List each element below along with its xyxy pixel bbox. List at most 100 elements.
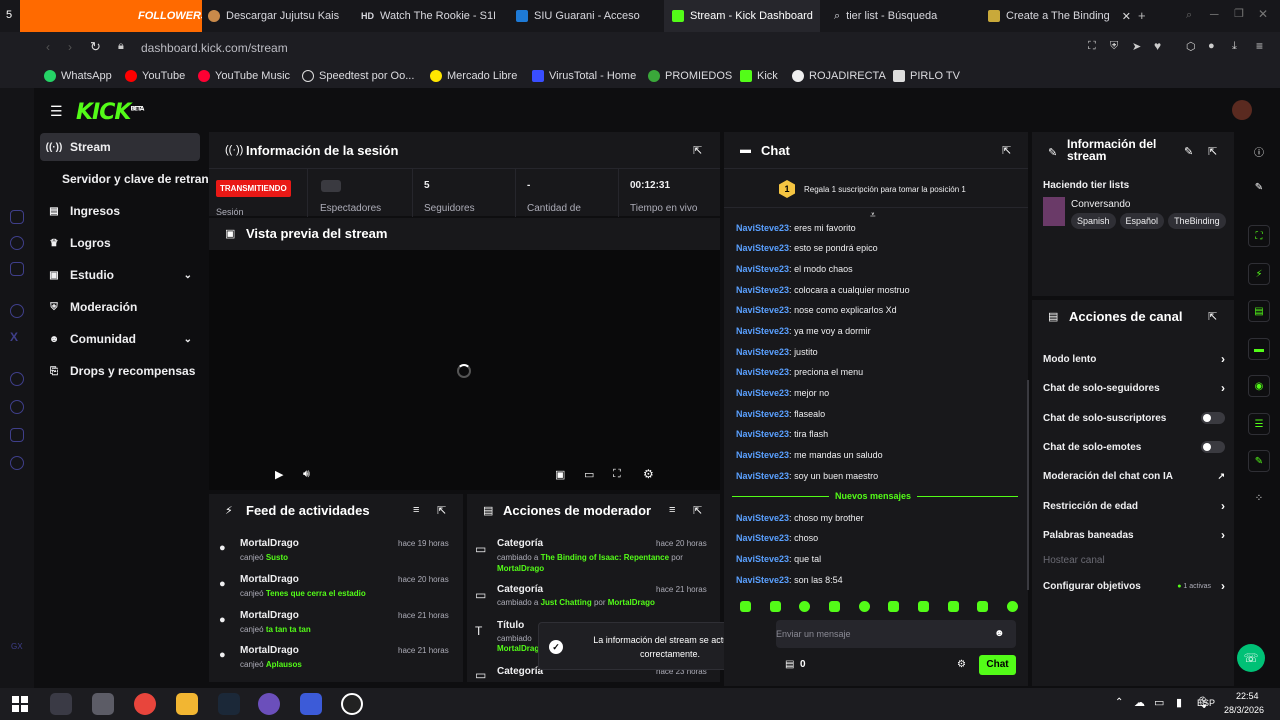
instagram-icon[interactable] xyxy=(10,262,24,276)
minimize-icon[interactable]: ─ xyxy=(1210,7,1219,21)
feed-user[interactable]: MortalDrago xyxy=(240,538,299,549)
gift-banner[interactable]: 1 Regala 1 suscripción para tomar la pos… xyxy=(724,168,1028,208)
edit-icon[interactable]: ✎ xyxy=(1248,176,1270,198)
emote-icon[interactable] xyxy=(1006,601,1018,612)
discord-taskbar-icon[interactable] xyxy=(258,693,280,715)
bookmark-promiedos[interactable]: PROMIEDOS xyxy=(648,68,732,84)
language-indicator[interactable]: ESP xyxy=(1197,698,1215,708)
obs-taskbar-icon[interactable] xyxy=(341,693,363,715)
edit-icon[interactable]: ✎ xyxy=(1184,145,1193,158)
chat-scrollbar[interactable] xyxy=(1027,380,1029,590)
chrome-taskbar-icon[interactable] xyxy=(134,693,156,715)
kick-logo[interactable]: KICKBETA xyxy=(76,100,144,125)
shield-icon[interactable]: ⛨ xyxy=(1110,40,1118,53)
clock-time[interactable]: 22:54 xyxy=(1236,691,1259,701)
apps-icon[interactable]: ⁘ xyxy=(1248,487,1270,509)
clock-icon[interactable] xyxy=(10,400,24,414)
heart-icon[interactable]: ♥ xyxy=(1154,39,1161,53)
bookmark-virustotal[interactable]: VirusTotal - Home xyxy=(532,68,636,84)
battery-icon[interactable]: ▮ xyxy=(1176,696,1182,709)
emote-icon[interactable] xyxy=(917,601,929,612)
menu-icon[interactable]: ≡ xyxy=(1256,39,1263,53)
viewers-toggle[interactable] xyxy=(321,180,341,192)
play-icon[interactable]: ▶ xyxy=(275,468,283,481)
emote-icon[interactable] xyxy=(888,601,900,612)
emote-icon[interactable] xyxy=(769,601,781,612)
bookmark-speedtest[interactable]: Speedtest por Oo... xyxy=(302,68,414,84)
cube-icon[interactable] xyxy=(10,428,24,442)
emote-icon[interactable] xyxy=(858,601,870,612)
document-icon[interactable]: ▤ xyxy=(1248,300,1270,322)
bookmark-mercado-libre[interactable]: Mercado Libre xyxy=(430,68,517,84)
avatar[interactable] xyxy=(1232,100,1252,120)
points-icon[interactable]: ▤ xyxy=(785,659,794,670)
nav-item-estudio[interactable]: ▣ Estudio ⌄ xyxy=(40,261,200,289)
display-icon[interactable]: ▭ xyxy=(1154,696,1164,709)
followers-only-item[interactable]: Chat de solo-seguidores › xyxy=(1043,379,1225,397)
popout-icon[interactable]: ⇱ xyxy=(1208,310,1217,323)
list-icon[interactable]: ☰ xyxy=(1248,413,1270,435)
banned-words-item[interactable]: Palabras baneadas › xyxy=(1043,526,1225,544)
bookmark-youtube[interactable]: YouTube xyxy=(125,68,185,84)
send-chat-button[interactable]: Chat xyxy=(979,655,1016,675)
roblox-taskbar-icon[interactable] xyxy=(300,693,322,715)
back-icon[interactable]: ‹ xyxy=(46,40,50,54)
browser-menu-icon[interactable]: 5 xyxy=(6,9,12,21)
bookmark-whatsapp[interactable]: WhatsApp xyxy=(44,68,112,84)
emote-icon[interactable] xyxy=(799,601,811,612)
extensions-icon[interactable]: ⬡ xyxy=(1186,40,1196,53)
mod-action-user[interactable]: MortalDrago xyxy=(497,564,544,573)
popout-icon[interactable]: ⇱ xyxy=(437,504,446,517)
feed-user[interactable]: MortalDrago xyxy=(240,574,299,585)
emotes-only-toggle[interactable] xyxy=(1201,441,1225,453)
popout-icon[interactable]: ⇱ xyxy=(1002,144,1011,157)
popout-icon[interactable]: ⇱ xyxy=(1208,145,1217,158)
scroll-down-icon[interactable]: ⩡ xyxy=(870,210,876,221)
settings-icon[interactable] xyxy=(10,456,24,470)
subscribers-only-toggle[interactable] xyxy=(1201,412,1225,424)
slow-mode-item[interactable]: Modo lento › xyxy=(1043,350,1225,368)
player-icon[interactable] xyxy=(10,372,24,386)
bookmark-youtube-music[interactable]: YouTube Music xyxy=(198,68,290,84)
emote-icon[interactable] xyxy=(740,601,751,612)
steam-taskbar-icon[interactable] xyxy=(218,693,240,715)
tab-tier-list[interactable]: ⌕ tier list - Búsqueda xyxy=(826,0,976,32)
support-button[interactable]: ☏ xyxy=(1237,644,1265,672)
mod-action-user[interactable]: MortalDrago xyxy=(608,598,655,607)
popout-icon[interactable]: ⇱ xyxy=(693,144,702,157)
new-tab-icon[interactable]: + xyxy=(1138,8,1146,23)
volume-icon[interactable]: 🔊︎ xyxy=(303,468,310,481)
send-icon[interactable]: ➤ xyxy=(1132,40,1141,53)
age-restriction-item[interactable]: Restricción de edad › xyxy=(1043,497,1225,515)
download-icon[interactable]: ⤓ xyxy=(1232,40,1237,53)
nav-item-stream[interactable]: ((·)) Stream xyxy=(40,133,200,161)
chat-icon[interactable]: ▬ xyxy=(1248,338,1270,360)
forward-icon[interactable]: › xyxy=(68,40,72,54)
network-icon[interactable]: ☁ xyxy=(1134,696,1145,709)
tab-siu[interactable]: SIU Guarani - Acceso xyxy=(510,0,660,32)
nav-item-servidor[interactable]: Servidor y clave de retransm xyxy=(40,165,226,193)
x-icon[interactable]: X xyxy=(10,330,24,344)
tab-create-binding[interactable]: Create a The Binding ✕ xyxy=(982,0,1132,32)
feed-user[interactable]: MortalDrago xyxy=(240,645,299,656)
opera-gx-taskbar-icon[interactable] xyxy=(50,693,72,715)
chat-settings-icon[interactable]: ⚙ xyxy=(957,659,966,670)
bookmark-pirlo-tv[interactable]: PIRLO TV xyxy=(893,68,960,84)
explorer-taskbar-icon[interactable] xyxy=(176,693,198,715)
nav-item-ingresos[interactable]: ▤ Ingresos xyxy=(40,197,200,225)
nav-item-logros[interactable]: ♛ Logros xyxy=(40,229,200,257)
bookmark-rojadirecta[interactable]: ROJADIRECTA xyxy=(792,68,886,84)
hamburger-menu-icon[interactable]: ☰ xyxy=(50,103,63,120)
feed-user[interactable]: MortalDrago xyxy=(240,610,299,621)
ai-moderation-item[interactable]: Moderación del chat con IA ↗ xyxy=(1043,467,1225,485)
tab-descargar[interactable]: Descargar Jujutsu Kais xyxy=(204,0,344,32)
chat-input[interactable]: Enviar un mensaje ☻ xyxy=(776,620,1016,648)
settings-gear-icon[interactable]: ⚙ xyxy=(643,467,654,481)
gx-icon[interactable]: GX xyxy=(11,642,23,651)
emote-icon[interactable] xyxy=(977,601,989,612)
filter-icon[interactable]: ≡ xyxy=(413,504,419,516)
reload-icon[interactable]: ↻ xyxy=(90,39,101,55)
tray-chevron-icon[interactable]: ⌃ xyxy=(1115,697,1123,708)
screenshot-icon[interactable]: ⛶ xyxy=(1088,40,1096,53)
info-icon[interactable]: ⓘ xyxy=(1248,140,1270,162)
